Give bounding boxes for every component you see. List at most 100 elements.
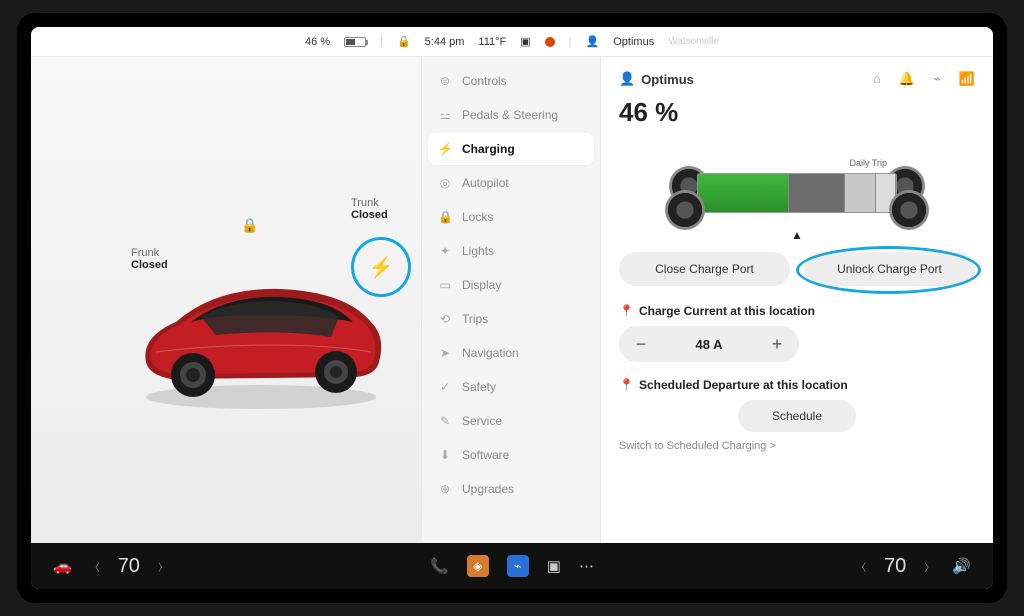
menu-item-software[interactable]: ⬇ Software	[428, 439, 594, 471]
device-frame: 46 % | 🔒 5:44 pm 111°F ▣ | 👤 Optimus Wat…	[17, 13, 1007, 603]
menu-item-label: Controls	[462, 74, 507, 88]
unlock-charge-port-button[interactable]: Unlock Charge Port	[804, 252, 975, 286]
battery-pack-visual[interactable]: Daily Trip ▲	[657, 138, 937, 238]
bottom-bar: 🚗 〈 70 〉 📞 ◈ ⌁ ▣ ⋯ 〈 70 〉 🔊	[31, 543, 993, 589]
lights-icon: ✦	[438, 244, 452, 258]
menu-item-lights[interactable]: ✦ Lights	[428, 235, 594, 267]
menu-item-label: Lights	[462, 244, 494, 258]
status-bar: 46 % | 🔒 5:44 pm 111°F ▣ | 👤 Optimus Wat…	[31, 27, 993, 57]
menu-item-label: Display	[462, 278, 501, 292]
menu-item-label: Software	[462, 448, 509, 462]
menu-item-service[interactable]: ✎ Service	[428, 405, 594, 437]
menu-item-label: Charging	[462, 142, 515, 156]
autopilot-icon: ◎	[438, 176, 452, 190]
charge-daily-limit	[845, 174, 877, 212]
navigation-icon: ➤	[438, 346, 452, 360]
passenger-temp[interactable]: 70	[884, 555, 906, 578]
charge-current-label: 📍 Charge Current at this location	[619, 304, 975, 318]
profile-icon: 👤	[619, 71, 635, 87]
software-icon: ⬇	[438, 448, 452, 462]
home-icon[interactable]: ⌂	[873, 71, 881, 87]
chevron-left-icon[interactable]: 〈	[90, 559, 100, 574]
record-icon	[545, 37, 555, 47]
display-icon: ▭	[438, 278, 452, 292]
driver-temp[interactable]: 70	[118, 555, 140, 578]
car-icon[interactable]: 🚗	[53, 557, 72, 575]
service-icon: ✎	[438, 414, 452, 428]
charging-icon: ⚡	[438, 142, 452, 156]
menu-item-autopilot[interactable]: ◎ Autopilot	[428, 167, 594, 199]
charge-limit-slider[interactable]: ▲	[791, 228, 803, 242]
menu-item-label: Pedals & Steering	[462, 108, 558, 122]
charge-current-value: 48 A	[663, 337, 755, 352]
bell-icon[interactable]: 🔔	[899, 71, 915, 87]
panel-profile[interactable]: 👤 Optimus	[619, 71, 694, 87]
apps-icon[interactable]: ⋯	[579, 557, 594, 575]
menu-item-upgrades[interactable]: ⊕ Upgrades	[428, 473, 594, 505]
menu-item-label: Service	[462, 414, 502, 428]
wheel-icon	[889, 190, 929, 230]
outside-temp: 111°F	[478, 36, 506, 48]
signal-icon[interactable]: 📶	[959, 71, 975, 87]
volume-icon[interactable]: 🔊	[952, 557, 971, 575]
battery-percent-large: 46 %	[619, 97, 975, 128]
menu-item-label: Upgrades	[462, 482, 514, 496]
switch-scheduled-charging-link[interactable]: Switch to Scheduled Charging >	[619, 440, 975, 452]
touchscreen: 46 % | 🔒 5:44 pm 111°F ▣ | 👤 Optimus Wat…	[31, 27, 993, 589]
menu-item-label: Trips	[462, 312, 488, 326]
safety-icon: ✓	[438, 380, 452, 394]
pedals-steering-icon: ⚍	[438, 108, 452, 122]
menu-item-charging[interactable]: ⚡ Charging	[428, 133, 594, 165]
menu-item-navigation[interactable]: ➤ Navigation	[428, 337, 594, 369]
camera-icon[interactable]: ▣	[520, 35, 530, 48]
battery-percent: 46 %	[305, 36, 330, 48]
battery-icon	[344, 37, 366, 47]
menu-item-display[interactable]: ▭ Display	[428, 269, 594, 301]
bluetooth-icon[interactable]: ⌁	[933, 71, 941, 87]
divider: |	[380, 36, 383, 48]
trunk-label[interactable]: Trunk Closed	[351, 197, 388, 221]
scheduled-departure-label: 📍 Scheduled Departure at this location	[619, 378, 975, 392]
chevron-right-icon[interactable]: 〉	[924, 559, 934, 574]
close-charge-port-button[interactable]: Close Charge Port	[619, 252, 790, 286]
profile-name[interactable]: Optimus	[613, 36, 654, 48]
lock-icon[interactable]: 🔒	[397, 35, 411, 48]
increase-current-button[interactable]: +	[755, 334, 799, 355]
menu-item-label: Locks	[462, 210, 493, 224]
location-hint: Watsonville	[668, 36, 719, 47]
camera-app-icon[interactable]: ▣	[547, 557, 561, 575]
location-pin-icon: 📍	[619, 304, 634, 318]
wheel-icon	[665, 190, 705, 230]
locks-icon: 🔒	[438, 210, 452, 224]
menu-item-label: Autopilot	[462, 176, 509, 190]
bluetooth-tile[interactable]: ⌁	[507, 555, 529, 577]
charge-limit-labels: Daily Trip	[849, 158, 887, 168]
divider: |	[569, 36, 572, 48]
location-pin-icon: 📍	[619, 378, 634, 392]
menu-item-controls[interactable]: ⊜ Controls	[428, 65, 594, 97]
schedule-button[interactable]: Schedule	[738, 400, 856, 432]
menu-item-label: Safety	[462, 380, 496, 394]
car-lock-icon[interactable]: 🔒	[241, 217, 258, 234]
menu-item-pedals-steering[interactable]: ⚍ Pedals & Steering	[428, 99, 594, 131]
charging-panel: 👤 Optimus ⌂ 🔔 ⌁ 📶 46 % Daily Trip	[601, 57, 993, 543]
charge-empty	[789, 174, 844, 212]
trips-icon: ⟲	[438, 312, 452, 326]
controls-icon: ⊜	[438, 74, 452, 88]
phone-icon[interactable]: 📞	[430, 557, 449, 575]
clock: 5:44 pm	[425, 36, 465, 48]
upgrades-icon: ⊕	[438, 482, 452, 496]
menu-item-locks[interactable]: 🔒 Locks	[428, 201, 594, 233]
decrease-current-button[interactable]: −	[619, 334, 663, 355]
charge-current-stepper: − 48 A +	[619, 326, 799, 362]
car-visualization: 🔒 Trunk Closed Frunk Closed ⚡	[31, 57, 421, 543]
app-tile[interactable]: ◈	[467, 555, 489, 577]
main-area: 🔒 Trunk Closed Frunk Closed ⚡	[31, 57, 993, 543]
menu-item-label: Navigation	[462, 346, 519, 360]
chevron-right-icon[interactable]: 〉	[158, 559, 168, 574]
settings-menu: ⊜ Controls ⚍ Pedals & Steering ⚡ Charging ◎ Aut…	[421, 57, 601, 543]
menu-item-safety[interactable]: ✓ Safety	[428, 371, 594, 403]
chevron-left-icon[interactable]: 〈	[856, 559, 866, 574]
menu-item-trips[interactable]: ⟲ Trips	[428, 303, 594, 335]
profile-icon[interactable]: 👤	[586, 35, 600, 48]
